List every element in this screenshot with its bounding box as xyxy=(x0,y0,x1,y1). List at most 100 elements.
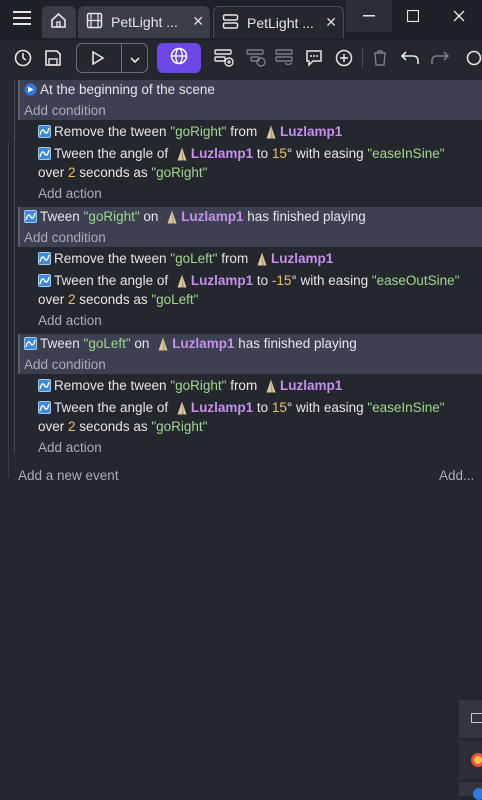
lamp-object-icon xyxy=(176,147,188,161)
object-param: Luzlamp1 xyxy=(190,273,254,288)
sentence-text: Remove the tween xyxy=(54,251,171,266)
action-line-continuation[interactable]: over 2 seconds as "goRight" xyxy=(38,165,207,180)
tab-label: PetLight ... xyxy=(247,14,314,31)
toolbar xyxy=(0,40,482,76)
string-param: "goRight" xyxy=(151,165,208,180)
search-icon[interactable] xyxy=(464,45,482,71)
sentence-text: ° with easing xyxy=(291,273,372,288)
sentence-text: from xyxy=(226,124,261,139)
app-icon xyxy=(473,788,482,800)
object-param: Luzlamp1 xyxy=(190,400,254,415)
number-param: 15 xyxy=(271,146,287,161)
number-param: 2 xyxy=(68,165,76,180)
lamp-object-icon xyxy=(176,274,188,288)
tab-scene[interactable]: PetLight ... ✕ xyxy=(78,6,210,38)
window-icon xyxy=(471,713,482,723)
add-condition-link[interactable]: Add condition xyxy=(24,103,106,118)
tab-label: PetLight ... xyxy=(111,14,178,30)
add-subevent-icon xyxy=(244,45,268,71)
string-param: "goLeft" xyxy=(170,251,218,266)
taskbar-thumbnail[interactable] xyxy=(459,700,482,738)
tab-events[interactable]: PetLight ... ✕ xyxy=(213,6,344,38)
sentence-text: ° with easing xyxy=(286,146,368,161)
taskbar-thumbnail[interactable] xyxy=(459,782,482,800)
lamp-object-icon xyxy=(256,252,268,266)
history-icon[interactable] xyxy=(10,45,36,71)
lamp-object-icon xyxy=(265,379,277,393)
string-param: "goRight" xyxy=(170,124,227,139)
condition-line[interactable]: Tween "goRight" on Luzlamp1 has finished… xyxy=(24,209,366,224)
number-param: 15 xyxy=(271,400,287,415)
string-param: "goLeft" xyxy=(83,336,131,351)
sentence-text: seconds as xyxy=(75,419,152,434)
action-line[interactable]: Remove the tween "goRight" from Luzlamp1 xyxy=(38,378,342,393)
object-param: Luzlamp1 xyxy=(181,209,244,224)
home-icon xyxy=(50,12,67,32)
action-line[interactable]: Tween the angle of Luzlamp1 to -15 ° with… xyxy=(38,273,459,288)
play-icon xyxy=(91,50,105,70)
number-param: 2 xyxy=(68,292,76,307)
condition-line[interactable]: Tween "goLeft" on Luzlamp1 has finished … xyxy=(24,336,357,351)
add-condition-link[interactable]: Add condition xyxy=(24,230,106,245)
menu-icon[interactable] xyxy=(8,0,36,36)
preview-button[interactable] xyxy=(76,43,148,73)
add-icon[interactable] xyxy=(332,45,356,71)
redo-icon xyxy=(428,45,452,71)
number-param: 2 xyxy=(68,419,76,434)
add-action-link[interactable]: Add action xyxy=(38,186,102,201)
object-param: Luzlamp1 xyxy=(172,336,235,351)
undo-icon[interactable] xyxy=(398,45,422,71)
sentence-text: ° with easing xyxy=(286,400,368,415)
add-more-link[interactable]: Add... xyxy=(439,468,474,483)
number-param: -15 xyxy=(271,273,292,288)
sentence-text: Remove the tween xyxy=(54,124,171,139)
object-param: Luzlamp1 xyxy=(270,251,334,266)
add-action-link[interactable]: Add action xyxy=(38,440,102,455)
add-action-link[interactable]: Add action xyxy=(38,313,102,328)
add-event-icon[interactable] xyxy=(212,45,236,71)
sentence-text: has finished playing xyxy=(234,336,357,351)
sentence-text: Tween xyxy=(40,209,84,224)
close-window-button[interactable] xyxy=(436,0,482,32)
action-line[interactable]: Tween the angle of Luzlamp1 to 15 ° with … xyxy=(38,400,445,415)
chevron-down-icon[interactable] xyxy=(129,52,141,70)
add-condition-link[interactable]: Add condition xyxy=(24,357,106,372)
sentence-text: on xyxy=(139,209,163,224)
events-icon xyxy=(222,13,239,33)
tween-behavior-icon xyxy=(38,401,51,414)
action-line[interactable]: Remove the tween "goRight" from Luzlamp1 xyxy=(38,124,342,139)
save-icon[interactable] xyxy=(40,45,66,71)
sentence-text: seconds as xyxy=(75,165,152,180)
tween-behavior-icon xyxy=(38,274,51,287)
sentence-text: from xyxy=(217,251,252,266)
sentence-text: over xyxy=(38,165,69,180)
close-icon[interactable]: ✕ xyxy=(325,14,337,31)
sentence-text: to xyxy=(253,146,272,161)
globe-icon xyxy=(170,47,188,70)
condition-line[interactable]: At the beginning of the scene xyxy=(24,82,215,97)
trash-icon xyxy=(368,45,392,71)
add-new-event-link[interactable]: Add a new event xyxy=(18,468,119,483)
lamp-object-icon xyxy=(265,125,277,139)
home-tab[interactable] xyxy=(42,6,76,38)
minimize-button[interactable] xyxy=(346,0,392,32)
close-icon[interactable]: ✕ xyxy=(192,13,204,30)
action-line[interactable]: Tween the angle of Luzlamp1 to 15 ° with … xyxy=(38,146,445,161)
action-line-continuation[interactable]: over 2 seconds as "goRight" xyxy=(38,419,207,434)
string-param: "easeInSine" xyxy=(367,400,445,415)
sentence-text: Tween xyxy=(40,336,84,351)
add-comment-icon[interactable] xyxy=(302,45,326,71)
maximize-button[interactable] xyxy=(390,0,436,32)
film-icon xyxy=(86,12,103,32)
title-bar: PetLight ... ✕ PetLight ... ✕ xyxy=(0,0,482,40)
taskbar-thumbnail[interactable] xyxy=(459,740,482,780)
sentence-text: Tween the angle of xyxy=(54,400,172,415)
action-line-continuation[interactable]: over 2 seconds as "goLeft" xyxy=(38,292,198,307)
sentence-text: Tween the angle of xyxy=(54,273,172,288)
network-preview-button[interactable] xyxy=(157,43,201,73)
action-line[interactable]: Remove the tween "goLeft" from Luzlamp1 xyxy=(38,251,333,266)
string-param: "easeInSine" xyxy=(367,146,445,161)
sentence-text: Remove the tween xyxy=(54,378,171,393)
sentence-text: over xyxy=(38,419,69,434)
sentence-text: over xyxy=(38,292,69,307)
